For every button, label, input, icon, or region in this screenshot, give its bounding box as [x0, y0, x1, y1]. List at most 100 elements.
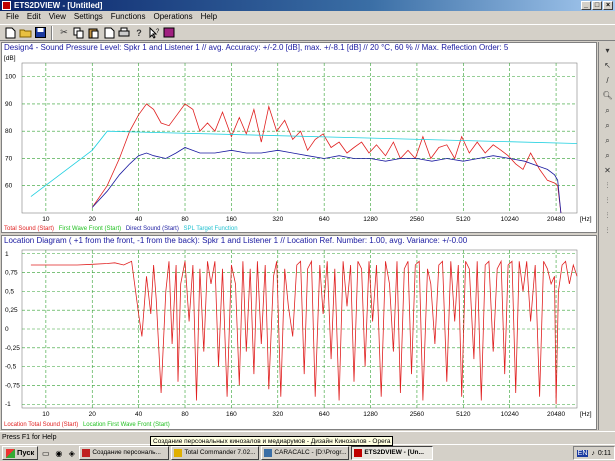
x-tick-label: 640: [319, 411, 330, 418]
task-label: CARACALC - [D:\Progr...: [274, 449, 347, 456]
save-icon[interactable]: [33, 26, 47, 40]
x-tick-label: 160: [226, 216, 237, 223]
taskbar: Пуск ▭ ◉ ◈ Создание персональ... Total C…: [0, 444, 615, 461]
x-tick-label: 2560: [410, 216, 425, 223]
desktop-icon[interactable]: ▭: [40, 448, 51, 459]
task-button[interactable]: CARACALC - [D:\Progr...: [261, 446, 350, 460]
menu-bar: File Edit View Settings Functions Operat…: [0, 11, 615, 23]
print-icon[interactable]: [117, 26, 131, 40]
x-tick-label: 20480: [547, 411, 565, 418]
y-tick-label: -0,75: [5, 382, 20, 389]
book-icon[interactable]: [162, 26, 176, 40]
window-titlebar[interactable]: ETS2DVIEW - [Untitled] _ □ ×: [0, 0, 615, 11]
minimize-button[interactable]: _: [581, 1, 591, 10]
paste-icon[interactable]: [87, 26, 101, 40]
menu-help[interactable]: Help: [197, 11, 221, 23]
window-title: ETS2DVIEW - [Untitled]: [14, 1, 103, 10]
cut-icon[interactable]: ✂: [57, 26, 71, 40]
y-tick-label: 0,25: [5, 307, 18, 314]
copy-icon[interactable]: [72, 26, 86, 40]
spl-chart-panel: Design4 - Sound Pressure Level: Spkr 1 a…: [1, 42, 597, 233]
open-folder-icon[interactable]: [18, 26, 32, 40]
zoom-out-icon[interactable]: ⌕: [601, 134, 614, 147]
task-button[interactable]: Создание персональ...: [79, 446, 170, 460]
zoom-icon[interactable]: 🔍︎: [601, 89, 614, 102]
x-tick-label: 5120: [456, 411, 471, 418]
y-tick-label: 0: [5, 326, 9, 333]
y-tick-label: 100: [5, 74, 16, 81]
menu-edit[interactable]: Edit: [23, 11, 45, 23]
start-label: Пуск: [17, 448, 35, 457]
x-tick-label: 80: [181, 411, 189, 418]
toolbar: ✂ ? ?: [0, 24, 615, 41]
x-tick-label: 40: [135, 411, 143, 418]
x-tick-label: 1280: [363, 216, 378, 223]
marker4-icon[interactable]: ⫶: [601, 224, 614, 237]
y-tick-label: 0,75: [5, 270, 18, 277]
zoom-x-icon[interactable]: ⌕: [601, 104, 614, 117]
pencil-icon[interactable]: /: [601, 74, 614, 87]
menu-functions[interactable]: Functions: [107, 11, 150, 23]
media-icon[interactable]: ◈: [66, 448, 77, 459]
x-tick-label: 20: [89, 411, 97, 418]
svg-text:?: ?: [156, 29, 160, 35]
browser-icon[interactable]: ◉: [53, 448, 64, 459]
menu-view[interactable]: View: [45, 11, 70, 23]
menu-file[interactable]: File: [2, 11, 23, 23]
y-tick-label: 90: [5, 101, 13, 108]
start-button[interactable]: Пуск: [2, 446, 39, 460]
select-icon[interactable]: ▾: [601, 44, 614, 57]
x-unit-label: [Hz]: [580, 411, 592, 418]
y-tick-label: 1: [5, 251, 9, 258]
task-button-active[interactable]: ETS2DVIEW - [Un...: [351, 446, 434, 460]
pointer-icon[interactable]: ↖: [601, 59, 614, 72]
x-tick-label: 80: [181, 216, 189, 223]
x-tick-label: 640: [319, 216, 330, 223]
spl-chart-legend: Total Sound (Start) First Wave Front (St…: [4, 225, 241, 233]
zoom-y-icon[interactable]: ⌕: [601, 119, 614, 132]
close-button[interactable]: ×: [603, 1, 613, 10]
series-line: [91, 147, 562, 214]
x-tick-label: 1280: [363, 411, 378, 418]
legend-item: First Wave Front (Start): [58, 226, 122, 232]
cross-icon[interactable]: ✕: [601, 164, 614, 177]
x-tick-label: 5120: [456, 216, 471, 223]
legend-item: Location First Wave Front (Start): [82, 422, 170, 428]
ets-icon: [354, 449, 363, 457]
x-tick-label: 20480: [547, 216, 565, 223]
task-button[interactable]: Total Commander 7.02...: [171, 446, 260, 460]
marker3-icon[interactable]: ⫶: [601, 209, 614, 222]
x-tick-label: 160: [226, 411, 237, 418]
legend-item: Location Total Sound (Start): [4, 422, 79, 428]
help-icon[interactable]: ?: [132, 26, 146, 40]
volume-icon[interactable]: ♪: [591, 450, 595, 457]
x-tick-label: 10: [42, 216, 50, 223]
location-chart-legend: Location Total Sound (Start) Location Fi…: [4, 421, 173, 429]
menu-operations[interactable]: Operations: [149, 11, 196, 23]
menu-settings[interactable]: Settings: [70, 11, 107, 23]
app-icon[interactable]: [2, 1, 11, 10]
new-file-icon[interactable]: [3, 26, 17, 40]
y-tick-label: -0,5: [5, 364, 17, 371]
legend-item: Total Sound (Start): [4, 226, 55, 232]
x-tick-label: 320: [272, 216, 283, 223]
marker1-icon[interactable]: ⫶: [601, 179, 614, 192]
spl-chart[interactable]: 10 20 40 80 160 320 640 1280 2560 5120 10240 20480 1…: [2, 43, 596, 232]
document-icon[interactable]: [102, 26, 116, 40]
maximize-button[interactable]: □: [592, 1, 602, 10]
location-chart[interactable]: 10 20 40 80 160 320 640 1280 2560 5120 10240 204801…: [2, 236, 596, 429]
y-tick-label: -1: [5, 401, 11, 408]
x-tick-label: 40: [135, 216, 143, 223]
zoom-fit-icon[interactable]: ⌕: [601, 149, 614, 162]
language-indicator[interactable]: EN: [576, 449, 589, 457]
system-tray: EN ♪ 0:11: [572, 446, 615, 460]
x-tick-label: 20: [89, 216, 97, 223]
context-help-icon[interactable]: ?: [147, 26, 161, 40]
y-tick-label: -0,25: [5, 345, 20, 352]
marker2-icon[interactable]: ⫶: [601, 194, 614, 207]
taskbar-tooltip: Создание персональных кинозалов и медиар…: [150, 436, 394, 446]
plot-frame: [21, 62, 578, 214]
y-tick-label: 60: [5, 183, 13, 190]
x-tick-label: 10240: [501, 411, 519, 418]
clock: 0:11: [597, 449, 611, 457]
